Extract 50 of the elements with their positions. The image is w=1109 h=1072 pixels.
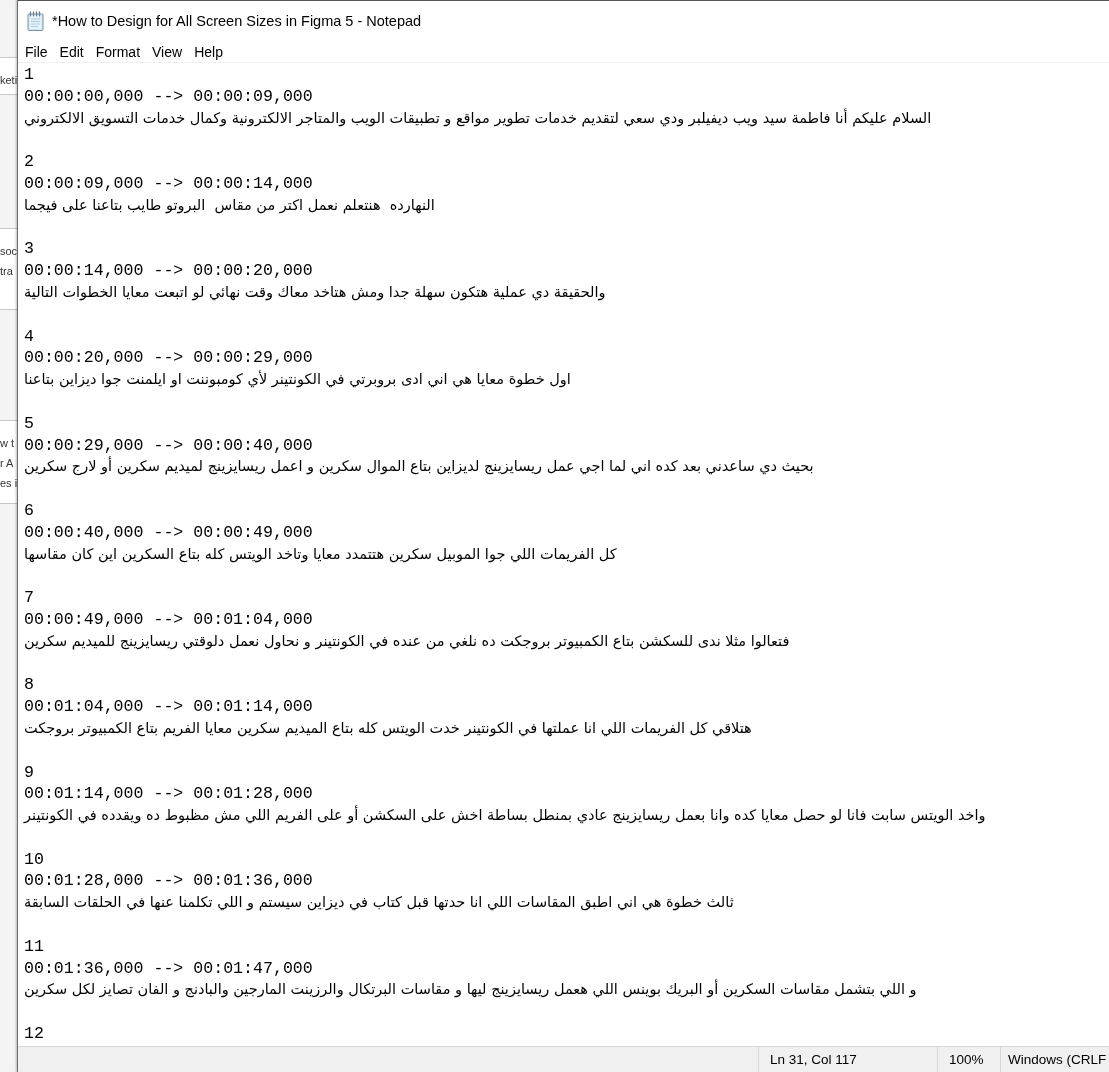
menu-item[interactable]: Edit [53, 42, 90, 61]
subtitle-timestamp: 00:00:14,000 --> 00:00:20,000 [24, 261, 313, 281]
subtitle-number: 12 [24, 1024, 44, 1044]
subtitle-timestamp: 00:00:00,000 --> 00:00:09,000 [24, 86, 313, 106]
subtitle-number: 5 [24, 413, 34, 433]
subtitle-number: 7 [24, 588, 34, 608]
subtitle-timestamp: 00:00:49,000 --> 00:01:04,000 [24, 609, 313, 629]
subtitle-text: كل الفريمات اللي جوا الموبيل سكرين هتتمدد معايا وتاخد الويتس كله بتاع السكرين اين كان مقاسها [24, 545, 617, 562]
background-window-text: soc [0, 244, 18, 259]
subtitle-text: السلام عليكم أنا فاطمة سيد ويب ديفيلبر ودي سعي لتقديم خدمات تطوير مواقع و تطبيقات الويب والمتاجر الالكترونية وكمال خدمات التسويق الالكتروني [24, 109, 932, 126]
subtitle-timestamp: 00:00:09,000 --> 00:00:14,000 [24, 174, 313, 193]
subtitle-timestamp: 00:00:29,000 --> 00:00:40,000 [24, 435, 313, 455]
background-window-text: tra [0, 264, 13, 279]
window-title: *How to Design for All Screen Sizes in Figma 5 - Notepad [52, 13, 422, 29]
subtitle-text: فتعالوا مثلا ندى للسكشن بتاع الكمبيوتر بروجكت ده نلغي من عنده في الكونتينر و نحاول نعمل دلوقتي ريسايزينج للميديم سكرين [24, 632, 790, 649]
subtitle-timestamp: 00:01:04,000 --> 00:01:14,000 [24, 697, 313, 717]
subtitle-number: 4 [24, 326, 34, 346]
subtitle-timestamp: 00:00:40,000 --> 00:00:49,000 [24, 522, 313, 542]
subtitle-number: 3 [24, 239, 34, 259]
subtitle-number: 8 [24, 675, 34, 695]
subtitle-text: و اللي بتشمل مقاسات السكرين أو البريك بوينس اللي هعمل ريسايزينج ليها و مقاسات البرتكال والرزينت المارجين والبادنج و الفان تصايز لكل سكرين [24, 981, 917, 998]
subtitle-number: 11 [24, 936, 44, 956]
subtitle-timestamp: 00:01:28,000 --> 00:01:36,000 [24, 871, 313, 891]
subtitle-text: ثالث خطوة هي اني اطبق المقاسات اللي انا حدتها قبل كتاب في ديزاين سيستم و اللي تكلمنا عنها في الحلقات السابقة [24, 894, 734, 911]
menu-item[interactable]: Help [188, 42, 229, 61]
subtitle-text: واخد الويتس سابت فانا لو حصل معايا كده وانا بعمل ريسايزينج عادي بمنطل بساطة اخش على السكشن أو على الفريم اللي مش مظبوط ده ويقدده في الكونتينر [24, 807, 986, 824]
subtitle-timestamp: 00:01:14,000 --> 00:01:28,000 [24, 784, 313, 804]
cursor-position-text: Ln 31, Col 117 [770, 1052, 857, 1067]
subtitle-number: 10 [24, 849, 44, 869]
subtitle-number: 9 [24, 762, 34, 782]
menu-item[interactable]: View [146, 42, 189, 61]
subtitle-number: 1 [24, 65, 34, 84]
background-window-text: w t [0, 436, 15, 451]
subtitle-timestamp: 00:00:20,000 --> 00:00:29,000 [24, 348, 313, 368]
subtitle-text: اول خطوة معايا هي اني ادى بروبرتي في الكونتينر لأي كومبوننت او ايلمنت جوا ديزاين بتاعنا [24, 371, 571, 388]
line-ending-text: Windows (CRLF [1008, 1052, 1107, 1067]
subtitle-text: والحقيقة دي عملية هتكون سهلة جدا ومش هتاخد معاك وقت نهائي لو اتبعت معايا الخطوات التالية [24, 283, 606, 300]
subtitle-text: النهارده هنتعلم نعمل اكتر من مقاس البروتو طايب بتاعنا على فيجما [24, 196, 435, 213]
menu-item[interactable]: File [19, 42, 54, 61]
subtitle-timestamp: 00:01:36,000 --> 00:01:47,000 [24, 958, 313, 978]
notepad-icon [27, 11, 45, 31]
background-window-text: es i [0, 476, 18, 491]
subtitle-text: بحيث دي ساعدني بعد كده اني لما اجي عمل ريسايزينج لديزاين بتاع الموال سكرين و اعمل ريسايزينج لميديم سكرين أو لارج سكرين [24, 458, 814, 475]
subtitle-number: 2 [24, 152, 34, 172]
background-window-text: keti [0, 73, 18, 88]
subtitle-text: هتلاقي كل الفريمات اللي انا عملتها في الكونتينر خدت الويتس كله بتاع الميديم سكرين معايا الفريم بتاع الكمبيوتر بروجكت [24, 719, 752, 736]
subtitle-number: 6 [24, 500, 34, 520]
zoom-level-text: 100% [949, 1052, 984, 1067]
menu-item[interactable]: Format [89, 42, 147, 61]
background-window-text: r A [0, 456, 14, 471]
